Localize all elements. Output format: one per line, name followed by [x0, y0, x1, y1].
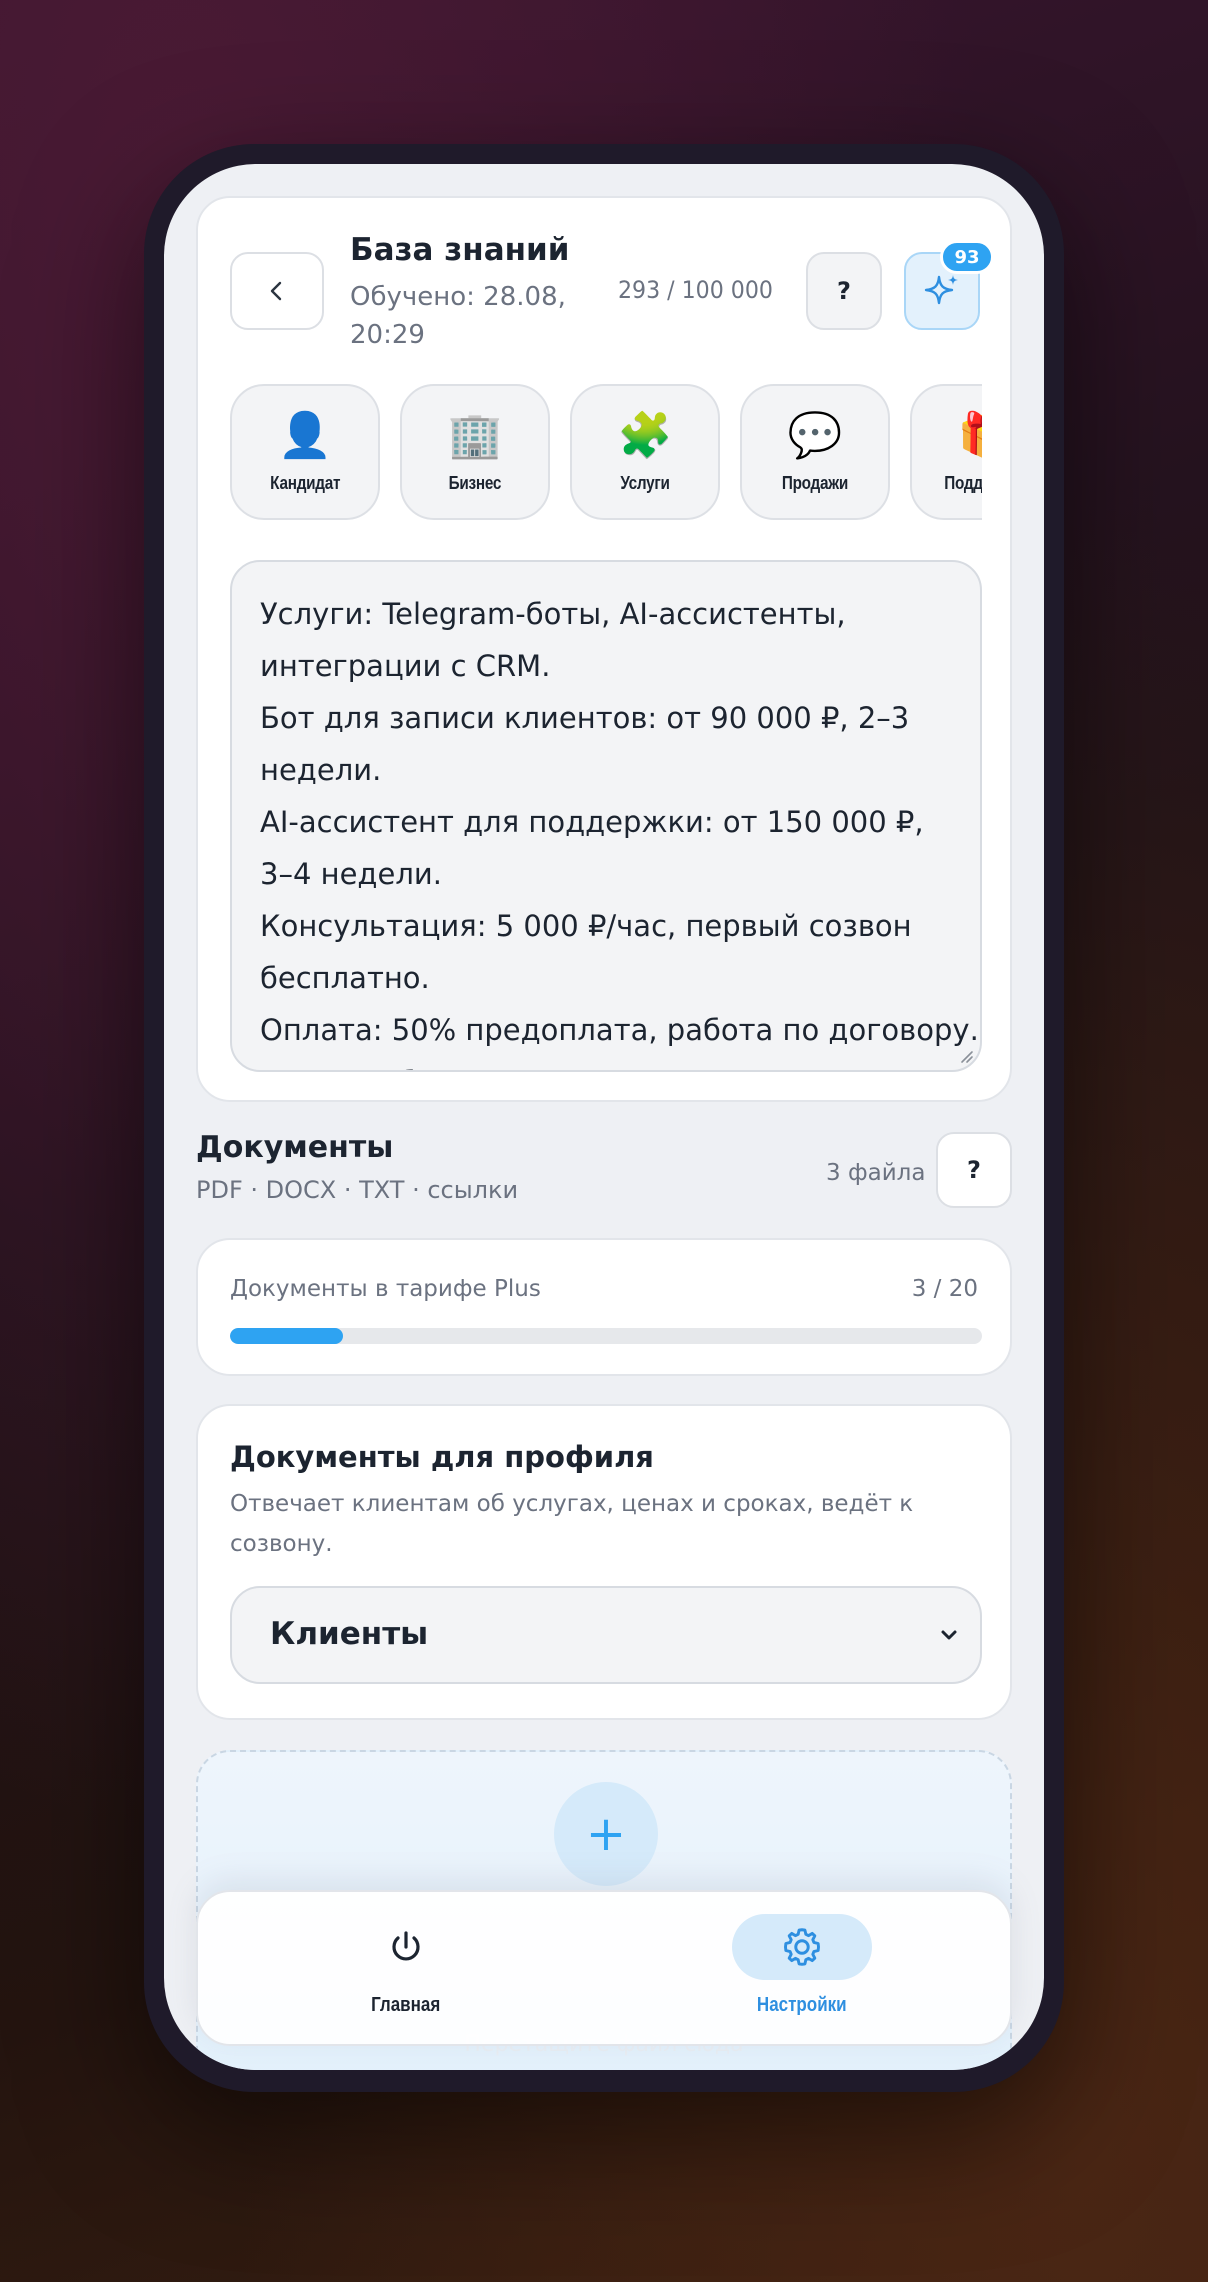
- profile-title: Документы для профиля: [230, 1440, 654, 1474]
- help-label: ?: [967, 1156, 981, 1184]
- knowledge-base-card: База знаний Обучено: 28.08, 20:29 293 / …: [196, 196, 1012, 1102]
- help-button[interactable]: ?: [806, 252, 882, 330]
- gear-icon: [784, 1928, 820, 1966]
- nav-settings-label: Настройки: [757, 1994, 847, 2016]
- documents-formats: PDF · DOCX · TXT · ссылки: [196, 1176, 519, 1204]
- category-label: Услуги: [620, 472, 670, 493]
- resize-handle-icon[interactable]: [956, 1046, 974, 1064]
- sparkle-icon: [924, 275, 958, 305]
- text-line: Сроки работы: с 10:00 до 19:00 по Москве…: [260, 1056, 952, 1070]
- documents-count: 3 файла: [826, 1160, 926, 1186]
- add-file-button[interactable]: +: [554, 1782, 658, 1886]
- chevron-left-icon: [270, 281, 282, 301]
- text-line: Консультация: 5 000 ₽/час, первый созвон…: [260, 909, 912, 995]
- profile-documents-card: Документы для профиля Отвечает клиентам …: [196, 1404, 1012, 1720]
- gift-icon: 🎁: [958, 410, 982, 465]
- nav-home-label: Главная: [371, 1994, 441, 2016]
- plus-icon: +: [585, 1806, 627, 1862]
- plan-progress-fill: [230, 1328, 343, 1344]
- category-label: Кандидат: [269, 472, 341, 493]
- ai-badge: 93: [940, 240, 994, 274]
- category-candidate[interactable]: 👤 Кандидат: [230, 384, 380, 520]
- page-title: База знаний: [350, 232, 570, 268]
- plan-usage-card: Документы в тарифе Plus 3 / 20: [196, 1238, 1012, 1376]
- back-button[interactable]: [230, 252, 324, 330]
- office-building-icon: 🏢: [447, 409, 503, 461]
- trained-timestamp: Обучено: 28.08, 20:29: [350, 282, 566, 350]
- text-line: AI-ассистент для поддержки: от 150 000 ₽…: [260, 805, 924, 891]
- documents-help-button[interactable]: ?: [936, 1132, 1012, 1208]
- plan-usage: 3 / 20: [911, 1276, 978, 1302]
- chevron-down-icon: [941, 1630, 957, 1640]
- text-line: Оплата: 50% предоплата, работа по догово…: [260, 1013, 979, 1047]
- phone-frame: База знаний Обучено: 28.08, 20:29 293 / …: [144, 144, 1064, 2092]
- category-strip: 👤 Кандидат 🏢 Бизнес 🧩 Услуги 💬 Продажи 🎁: [230, 384, 982, 524]
- speech-bubble-icon: 💬: [787, 409, 843, 461]
- plan-label: Документы в тарифе Plus: [230, 1276, 541, 1302]
- category-label: Продажи: [781, 472, 849, 493]
- category-label: Бизнес: [448, 472, 502, 493]
- puzzle-icon: 🧩: [617, 409, 673, 461]
- power-icon: [392, 1931, 420, 1961]
- category-sales[interactable]: 💬 Продажи: [740, 384, 890, 520]
- knowledge-counter: 293 / 100 000: [618, 276, 773, 304]
- person-icon: 👤: [277, 409, 333, 461]
- knowledge-textarea[interactable]: Услуги: Telegram-боты, AI-ассистенты, ин…: [230, 560, 982, 1072]
- text-line: Услуги: Telegram-боты, AI-ассистенты, ин…: [260, 597, 846, 683]
- category-services[interactable]: 🧩 Услуги: [570, 384, 720, 520]
- text-line: Бот для записи клиентов: от 90 000 ₽, 2–…: [260, 701, 910, 787]
- profile-select[interactable]: Клиенты: [230, 1586, 982, 1684]
- category-business[interactable]: 🏢 Бизнес: [400, 384, 550, 520]
- plan-progress-track: [230, 1328, 982, 1344]
- nav-settings[interactable]: Настройки: [732, 1914, 872, 2017]
- app-screen: База знаний Обучено: 28.08, 20:29 293 / …: [164, 164, 1044, 2070]
- profile-select-value: Клиенты: [270, 1616, 429, 1652]
- help-label: ?: [837, 277, 851, 305]
- nav-home[interactable]: Главная: [346, 1914, 466, 2017]
- bottom-nav: Главная Настройки: [196, 1890, 1012, 2046]
- documents-title: Документы: [196, 1130, 394, 1165]
- category-label: Поддержка: [944, 472, 982, 493]
- category-support[interactable]: 🎁 Поддержка: [910, 384, 982, 520]
- profile-description: Отвечает клиентам об услугах, ценах и ср…: [230, 1491, 914, 1557]
